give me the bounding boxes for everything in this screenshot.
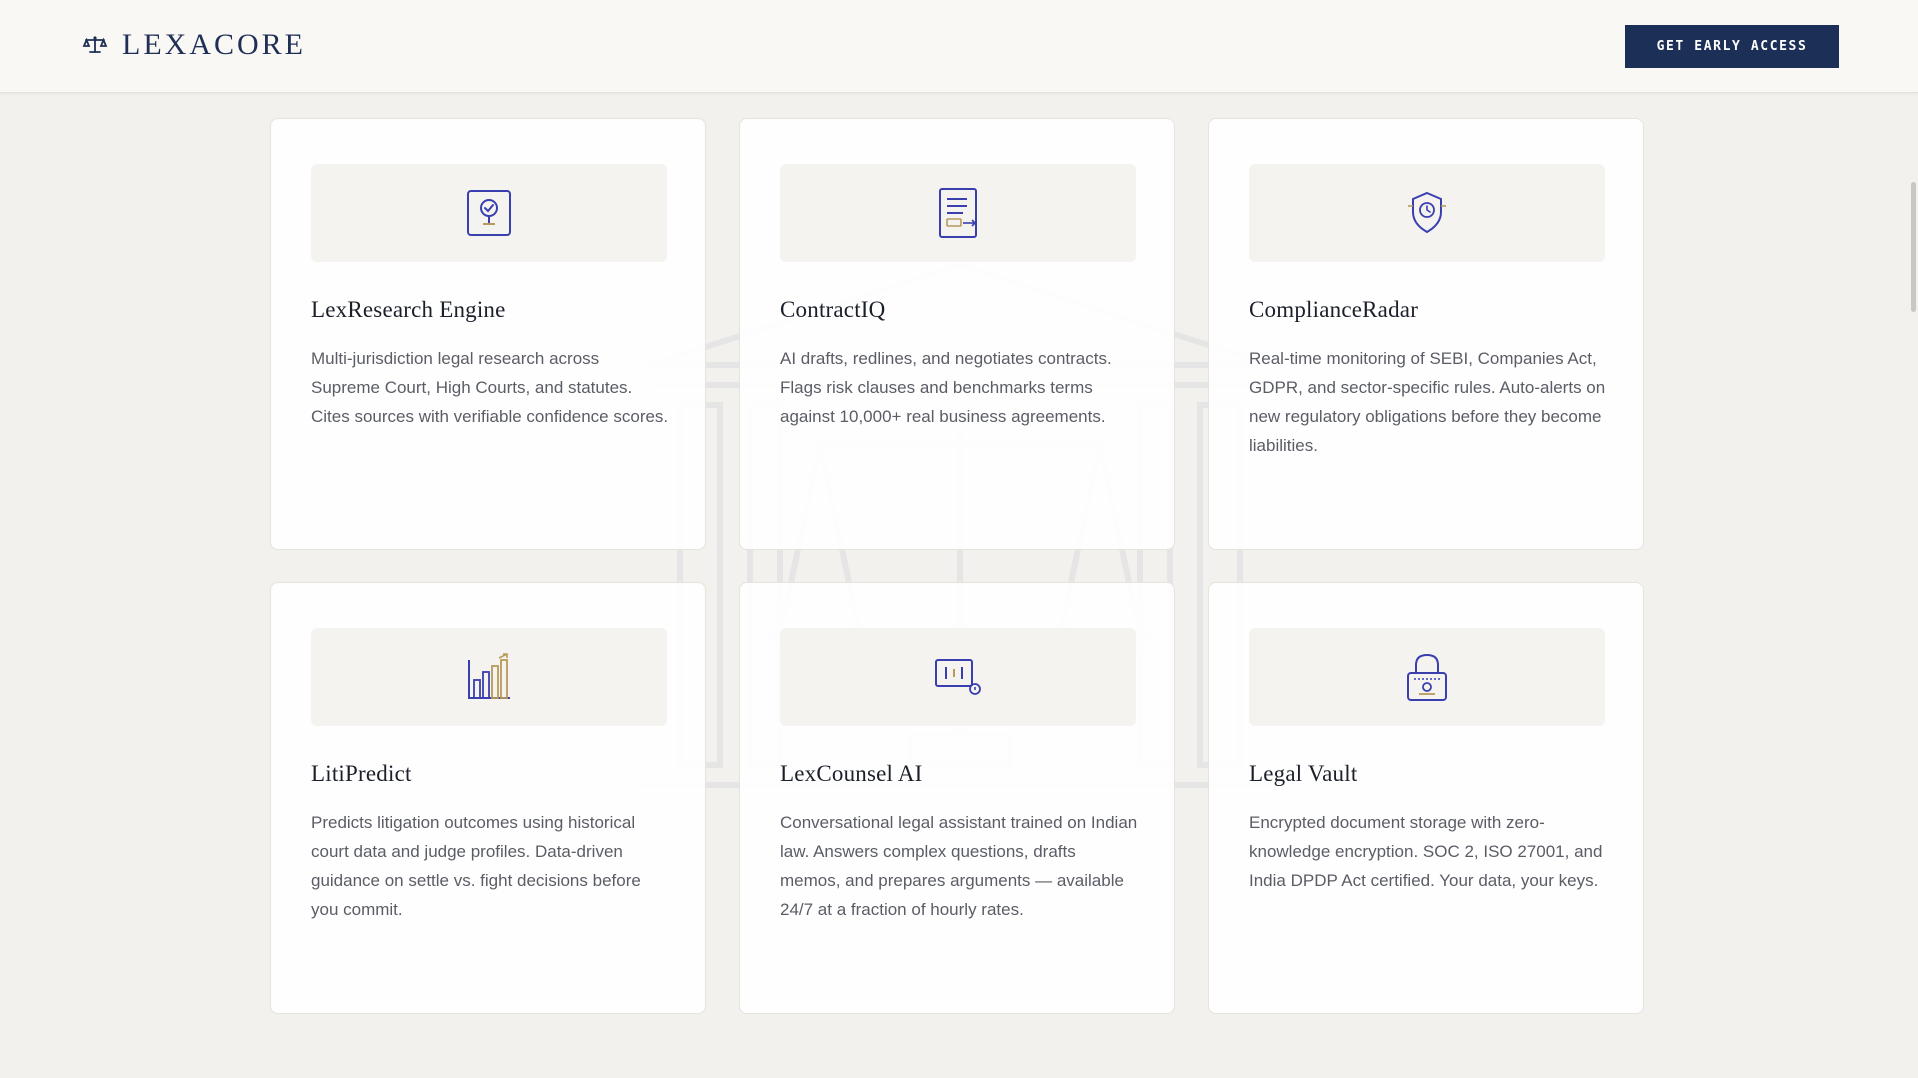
feature-description: Multi-jurisdiction legal research across… xyxy=(311,349,669,426)
feature-card-complianceradar[interactable]: ComplianceRadar Real-time monitoring of … xyxy=(1208,118,1644,550)
feature-title: ContractIQ xyxy=(780,297,886,322)
contract-icon xyxy=(939,188,977,238)
feature-title: ComplianceRadar xyxy=(1249,297,1419,322)
chat-assistant-icon xyxy=(935,659,981,695)
brand-logo[interactable]: LEXACORE xyxy=(82,28,306,62)
page: LEXACORE GET EARLY ACCESS LexResearch En… xyxy=(0,0,1918,1078)
brand-name: LEXACORE xyxy=(122,28,306,61)
site-header: LEXACORE GET EARLY ACCESS xyxy=(0,0,1918,93)
research-icon xyxy=(467,190,511,236)
feature-icon-box xyxy=(780,628,1136,726)
feature-card-contractiq[interactable]: ContractIQ AI drafts, redlines, and nego… xyxy=(739,118,1175,550)
feature-title: Legal Vault xyxy=(1249,761,1358,786)
scrollbar-thumb[interactable] xyxy=(1911,182,1916,312)
feature-icon-box xyxy=(1249,164,1605,262)
scales-of-justice-icon xyxy=(82,36,108,53)
compliance-shield-icon xyxy=(1408,191,1446,234)
feature-title: LexResearch Engine xyxy=(311,297,506,322)
feature-description: Conversational legal assistant trained o… xyxy=(780,813,1138,919)
feature-card-lexcounsel[interactable]: LexCounsel AI Conversational legal assis… xyxy=(739,582,1175,1014)
features-grid: LexResearch Engine Multi-jurisdiction le… xyxy=(270,118,1644,1014)
feature-description: Encrypted document storage with zero-kno… xyxy=(1249,813,1603,890)
feature-card-litipredict[interactable]: LitiPredict Predicts litigation outcomes… xyxy=(270,582,706,1014)
feature-title: LitiPredict xyxy=(311,761,412,786)
feature-title: LexCounsel AI xyxy=(780,761,923,786)
bar-chart-icon xyxy=(468,653,510,699)
feature-description: Predicts litigation outcomes using histo… xyxy=(311,813,641,919)
feature-icon-box xyxy=(1249,628,1605,726)
feature-description: AI drafts, redlines, and negotiates cont… xyxy=(780,349,1112,426)
feature-icon-box xyxy=(311,628,667,726)
lock-vault-icon xyxy=(1407,653,1447,701)
get-early-access-button[interactable]: GET EARLY ACCESS xyxy=(1625,25,1839,68)
feature-icon-box xyxy=(780,164,1136,262)
feature-card-lexresearch[interactable]: LexResearch Engine Multi-jurisdiction le… xyxy=(270,118,706,550)
feature-description: Real-time monitoring of SEBI, Companies … xyxy=(1249,349,1606,455)
feature-card-legalvault[interactable]: Legal Vault Encrypted document storage w… xyxy=(1208,582,1644,1014)
feature-icon-box xyxy=(311,164,667,262)
page-scrollbar[interactable] xyxy=(1909,92,1918,1078)
